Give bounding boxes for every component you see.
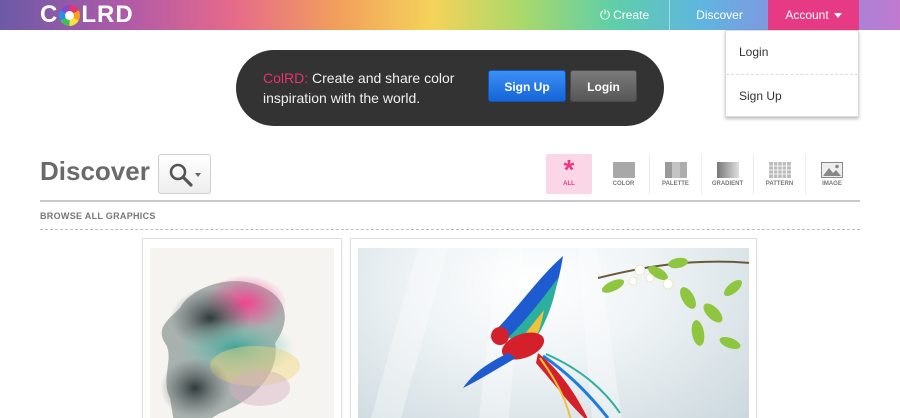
account-dropdown: Login Sign Up [725,30,859,117]
color-wheel-icon [59,4,81,26]
search-icon [169,163,193,187]
hero-tagline: ColRD: Create and share color inspiratio… [263,68,473,108]
logo-letters-lrd: LRD [81,1,134,28]
dashed-divider [40,229,860,230]
gradient-icon [716,162,739,178]
dropdown-login[interactable]: Login [726,31,858,74]
nav-account[interactable]: Account [768,0,859,30]
filter-pattern[interactable]: PATTERN [754,154,806,194]
hero-brand: ColRD: [263,70,309,86]
palette-icon [664,162,687,178]
nav-discover[interactable]: Discover [671,0,768,30]
power-icon: ⏻ [599,7,611,22]
pattern-grid-icon [768,162,791,178]
section-divider [40,200,860,202]
logo-letter-c: C [40,1,59,28]
nav-discover-label: Discover [696,8,743,22]
filter-palette[interactable]: PALETTE [650,154,702,194]
watercolor-portrait-image [160,275,300,418]
filter-color-label: COLOR [612,181,635,187]
nav-create[interactable]: ⏻ Create [580,0,670,30]
top-bar: C LRD ⏻ Create Discover Account [0,0,900,30]
search-button[interactable] [158,154,211,194]
dropdown-signup[interactable]: Sign Up [726,74,858,117]
section-label: BROWSE ALL GRAPHICS [40,211,156,221]
nav-create-label: Create [613,8,650,22]
filter-gradient-label: GRADIENT [711,181,744,187]
filter-palette-label: PALETTE [662,181,689,187]
watercolor-graphic [150,248,334,418]
asterisk-icon: * [563,154,575,185]
nav-account-label: Account [785,8,829,22]
page-title: Discover [40,156,150,186]
filter-image-label: IMAGE [822,181,842,187]
hero-banner: ColRD: Create and share color inspiratio… [236,50,664,126]
filter-all-label: ALL [563,181,575,187]
filter-all[interactable]: * ALL [546,154,592,194]
macaw-illustration-image [371,248,749,418]
parrot-graphic [358,248,749,418]
filter-image[interactable]: IMAGE [806,154,858,194]
chevron-down-icon [833,13,842,19]
colrd-logo[interactable]: C LRD [40,1,134,28]
graphic-card[interactable] [142,238,342,418]
image-icon [821,162,843,178]
graphic-card[interactable] [350,238,757,418]
color-swatch-icon [612,162,635,178]
login-button[interactable]: Login [570,70,637,102]
signup-button[interactable]: Sign Up [488,70,566,102]
chevron-down-icon [195,173,201,177]
filter-bar: * ALL COLOR PALETTE GRADIENT PATTERN IMA… [546,154,858,194]
filter-gradient[interactable]: GRADIENT [702,154,754,194]
filter-pattern-label: PATTERN [765,181,794,187]
filter-color[interactable]: COLOR [598,154,650,194]
